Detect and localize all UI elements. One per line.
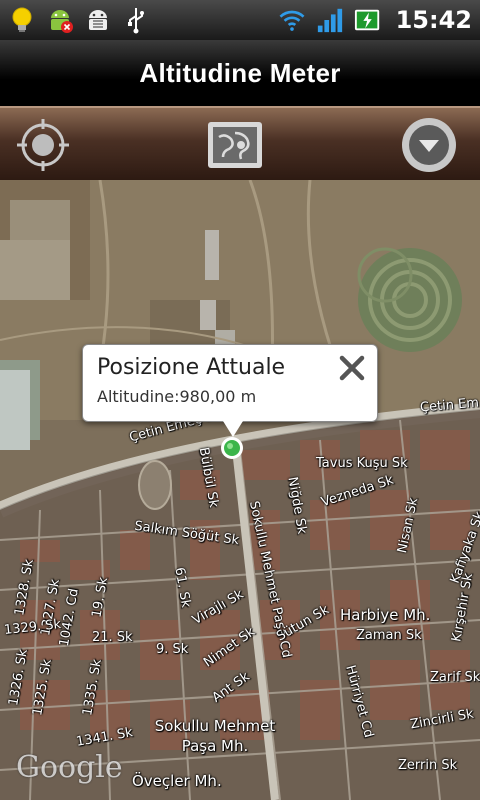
street-label: 21. Sk bbox=[92, 630, 133, 645]
menu-down-icon bbox=[402, 118, 456, 172]
district-label: Harbiye Mh. bbox=[340, 606, 431, 624]
district-label: Sokullu Mehmet Paşa Mh. bbox=[154, 717, 276, 755]
street-label: Zerrin Sk bbox=[398, 758, 458, 773]
battery-charging-icon bbox=[354, 6, 382, 34]
status-bar: 15:42 bbox=[0, 0, 480, 40]
clock: 15:42 bbox=[395, 6, 472, 34]
location-marker-icon[interactable] bbox=[220, 436, 244, 460]
signal-icon bbox=[316, 6, 344, 34]
android-update-icon bbox=[46, 6, 74, 34]
menu-down-button[interactable] bbox=[398, 114, 460, 176]
popup-title: Posizione Attuale bbox=[97, 355, 286, 380]
toolbar bbox=[0, 106, 480, 180]
popup-pointer bbox=[223, 421, 243, 437]
street-label: Zaman Sk bbox=[356, 628, 422, 643]
location-popup[interactable]: Posizione Attuale Altitudine:980,00 m bbox=[82, 344, 378, 437]
street-label: Tavus Kuşu Sk bbox=[316, 456, 408, 471]
district-label: Öveçler Mh. bbox=[132, 772, 222, 790]
android-debug-icon bbox=[84, 6, 112, 34]
locate-button[interactable] bbox=[12, 114, 74, 176]
map-view-button[interactable] bbox=[204, 114, 266, 176]
title-bar: Altitudine Meter bbox=[0, 40, 480, 106]
satellite-map[interactable]: Çetin Emeç Blv Çetin Em Tavus Kuşu Sk Ve… bbox=[0, 180, 480, 800]
app-title: Altitudine Meter bbox=[139, 57, 341, 88]
usb-icon bbox=[122, 6, 150, 34]
locate-icon bbox=[17, 119, 69, 171]
lightbulb-icon bbox=[8, 6, 36, 34]
street-label: Zarif Sk bbox=[430, 670, 480, 685]
google-attribution: Google bbox=[16, 750, 123, 785]
map-imagery bbox=[0, 180, 480, 800]
map-view-icon bbox=[208, 122, 262, 168]
wifi-icon bbox=[278, 6, 306, 34]
popup-altitude: Altitudine:980,00 m bbox=[97, 387, 257, 406]
street-label: 9. Sk bbox=[156, 642, 189, 657]
close-icon[interactable] bbox=[337, 353, 367, 383]
